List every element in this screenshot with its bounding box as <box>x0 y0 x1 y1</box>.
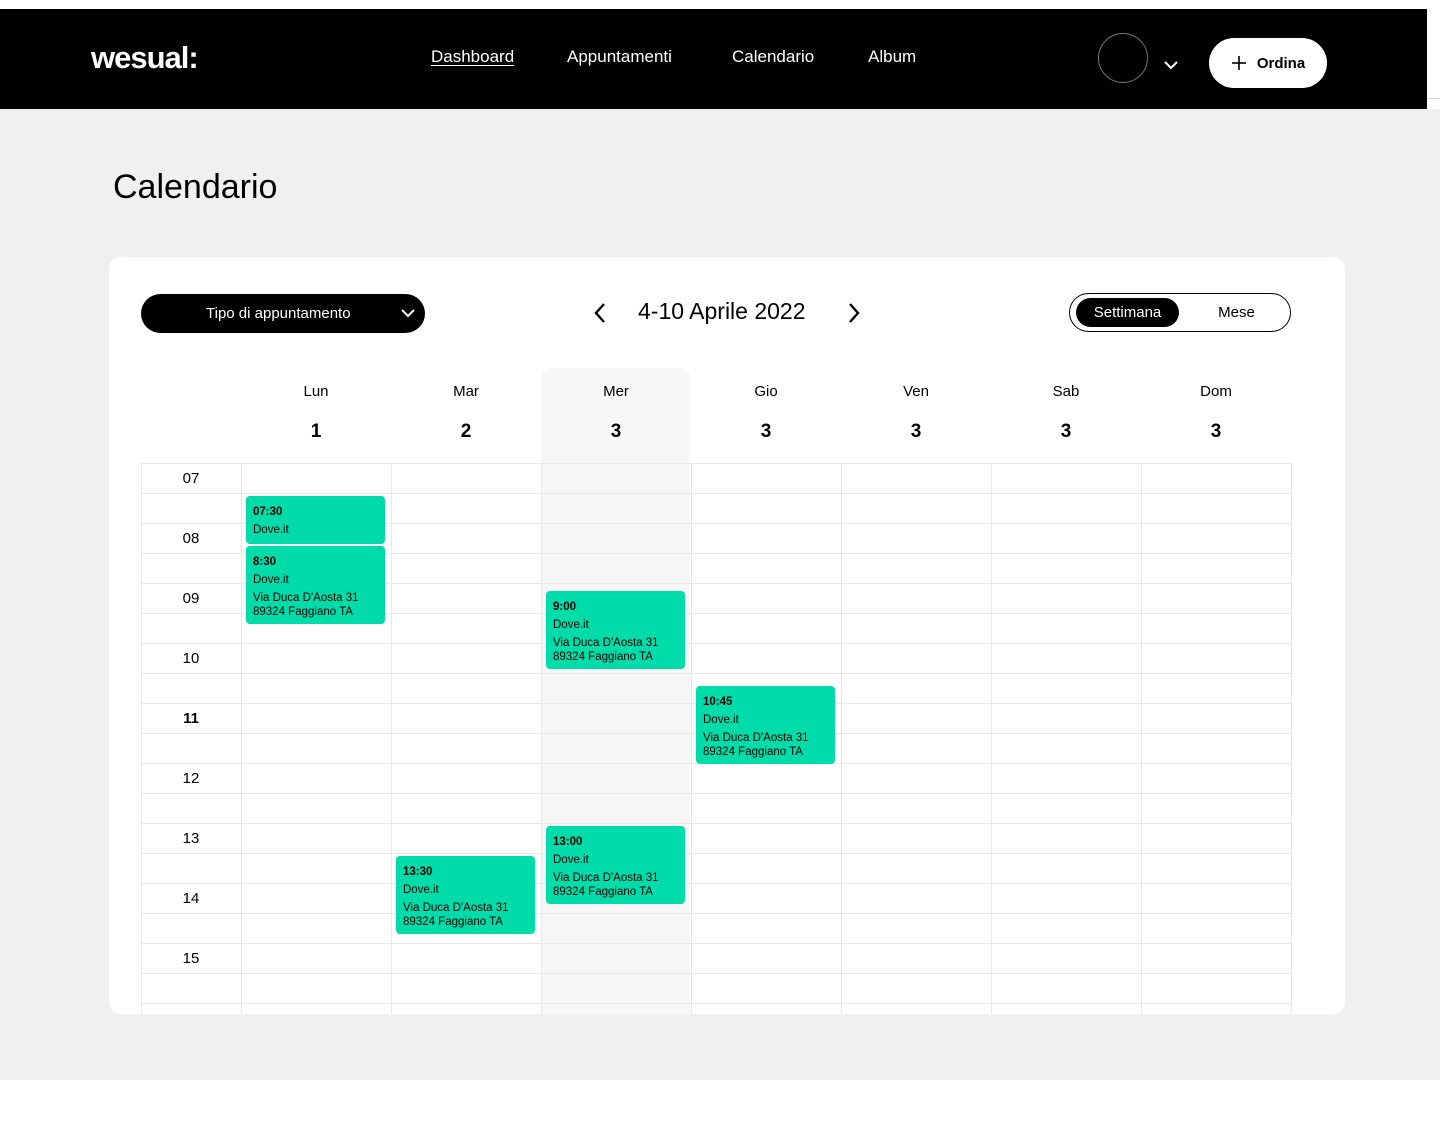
nav-calendario[interactable]: Calendario <box>732 47 814 67</box>
day-header-ven: Ven 3 <box>841 383 991 443</box>
event-address: Via Duca D'Aosta 31 89324 Faggiano TA <box>703 732 809 758</box>
event-time: 07:30 <box>253 506 283 518</box>
hour-label: 15 <box>182 950 200 967</box>
divider <box>1427 98 1440 99</box>
event-time: 13:30 <box>403 866 433 878</box>
event-place: Dove.it <box>403 884 439 896</box>
day-name: Gio <box>754 383 778 400</box>
event-time: 9:00 <box>553 601 577 613</box>
hour-label: 07 <box>182 470 200 487</box>
week-range-label: 4-10 Aprile 2022 <box>638 298 806 324</box>
order-label: Ordina <box>1256 54 1306 72</box>
nav-album[interactable]: Album <box>868 47 916 67</box>
day-header-mer: Mer 3 <box>541 383 691 443</box>
day-header-lun: Lun 1 <box>241 383 391 443</box>
nav-appuntamenti[interactable]: Appuntamenti <box>567 47 672 67</box>
grid-row-line <box>141 943 1291 944</box>
hour-label: 12 <box>182 770 200 787</box>
event-time: 13:00 <box>553 836 583 848</box>
day-header-dom: Dom 3 <box>1141 383 1291 443</box>
day-name: Mar <box>453 383 479 400</box>
event-time: 10:45 <box>703 696 733 708</box>
grid-column-line <box>1141 463 1142 1014</box>
grid-row-line <box>141 793 1291 794</box>
hour-label: 11 <box>183 710 199 727</box>
grid-column-line <box>391 463 392 1014</box>
view-toggle: Settimana Mese <box>1069 293 1291 332</box>
day-header-mar: Mar 2 <box>391 383 541 443</box>
hour-label: 10 <box>182 650 200 667</box>
appointment-event[interactable]: 07:30 Dove.it <box>246 496 385 544</box>
top-navigation-bar: wesual: Dashboard Appuntamenti Calendari… <box>0 9 1427 109</box>
event-place: Dove.it <box>253 524 289 536</box>
appointment-event[interactable]: 13:00 Dove.it Via Duca D'Aosta 31 89324 Fa… <box>546 826 685 904</box>
page-title: Calendario <box>113 168 278 206</box>
grid-column-line <box>841 463 842 1014</box>
day-number: 3 <box>760 421 772 442</box>
grid-column-line <box>541 463 542 1014</box>
event-address: Via Duca D'Aosta 31 89324 Faggiano TA <box>403 902 509 928</box>
wesual-logo[interactable]: wesual: <box>91 40 199 76</box>
week-grid: 07 08 09 10 11 12 13 14 15 07:30 Dove.it 8:30 Dove.i… <box>141 463 1292 1014</box>
event-address: Via Duca D'Aosta 31 89324 Faggiano TA <box>553 872 659 898</box>
grid-column-line <box>1291 463 1292 1014</box>
appointment-type-label: Tipo di appuntamento <box>206 305 351 322</box>
avatar[interactable] <box>1098 33 1148 83</box>
day-name: Dom <box>1200 383 1232 400</box>
grid-row-line <box>141 463 1291 464</box>
nav-dashboard[interactable]: Dashboard <box>431 47 514 67</box>
chevron-right-icon[interactable] <box>847 302 861 324</box>
hour-label: 13 <box>182 830 200 847</box>
grid-column-line <box>691 463 692 1014</box>
appointment-event[interactable]: 13:30 Dove.it Via Duca D'Aosta 31 89324 Fa… <box>396 856 535 934</box>
hour-label: 09 <box>182 590 200 607</box>
appointment-event[interactable]: 8:30 Dove.it Via Duca D'Aosta 31 89324 Fag… <box>246 546 385 624</box>
appointment-event[interactable]: 10:45 Dove.it Via Duca D'Aosta 31 89324 Fa… <box>696 686 835 764</box>
view-week-option[interactable]: Settimana <box>1076 298 1179 327</box>
calendar-card: Tipo di appuntamento 4-10 Aprile 2022 Se… <box>109 257 1345 1014</box>
day-number: 1 <box>310 421 322 442</box>
day-header-sab: Sab 3 <box>991 383 1141 443</box>
day-name: Sab <box>1052 383 1080 400</box>
grid-column-line <box>241 463 242 1014</box>
grid-row-line <box>141 643 1291 644</box>
day-number: 2 <box>460 421 472 442</box>
event-place: Dove.it <box>253 574 289 586</box>
grid-column-line <box>991 463 992 1014</box>
view-month-option[interactable]: Mese <box>1190 298 1283 327</box>
day-number: 3 <box>1210 421 1222 442</box>
event-place: Dove.it <box>553 854 589 866</box>
hour-label: 14 <box>182 890 200 907</box>
event-address: Via Duca D'Aosta 31 89324 Faggiano TA <box>253 592 359 618</box>
appointment-event[interactable]: 9:00 Dove.it Via Duca D'Aosta 31 89324 Fag… <box>546 591 685 669</box>
appointment-type-select[interactable]: Tipo di appuntamento <box>141 294 425 333</box>
grid-row-line <box>141 883 1291 884</box>
hour-label: 08 <box>182 530 200 547</box>
event-address: Via Duca D'Aosta 31 89324 Faggiano TA <box>553 637 659 663</box>
day-number: 3 <box>1060 421 1072 442</box>
day-number: 3 <box>910 421 922 442</box>
chevron-left-icon[interactable] <box>593 302 607 324</box>
grid-row-line <box>141 493 1291 494</box>
grid-row-line <box>141 673 1291 674</box>
grid-row-line <box>141 1003 1291 1004</box>
grid-row-line <box>141 853 1291 854</box>
day-name: Ven <box>903 383 929 400</box>
grid-row-line <box>141 823 1291 824</box>
event-time: 8:30 <box>253 556 277 568</box>
event-place: Dove.it <box>553 619 589 631</box>
plus-icon <box>1231 56 1246 70</box>
day-header-gio: Gio 3 <box>691 383 841 443</box>
grid-row-line <box>141 973 1291 974</box>
grid-row-line <box>141 913 1291 914</box>
chevron-down-icon <box>401 309 415 318</box>
day-name: Mer <box>603 383 629 400</box>
chevron-down-icon[interactable] <box>1163 59 1179 71</box>
event-place: Dove.it <box>703 714 739 726</box>
order-button[interactable]: Ordina <box>1209 38 1327 88</box>
day-number: 3 <box>610 421 622 442</box>
day-name: Lun <box>303 383 329 400</box>
